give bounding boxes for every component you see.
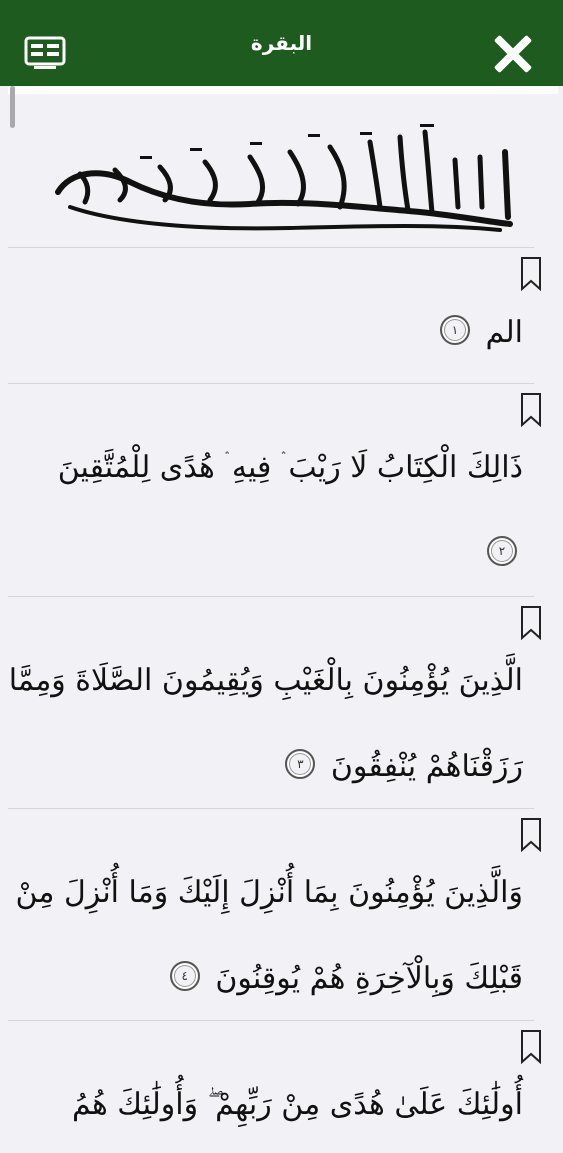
verse-line: ٢: [43, 511, 523, 597]
verse-5: أُولَٰئِكَ عَلَىٰ هُدًى مِنْ رَبِّهِمْ ۖ…: [43, 1062, 523, 1148]
divider: [8, 247, 534, 248]
verse-1: الم ١: [43, 290, 523, 376]
verse-line: الَّذِينَ يُؤْمِنُونَ بِالْغَيْبِ وَيُقِ…: [8, 663, 523, 698]
verse-2: ذَالِكَ الْكِتَابُ لَا رَيْبَ ۛ فِيهِ ۛ …: [43, 425, 523, 597]
bookmark-icon[interactable]: [520, 1030, 542, 1064]
verse-line: وَالَّذِينَ يُؤْمِنُونَ بِمَا أُنْزِلَ إ…: [15, 875, 523, 910]
surah-title: البقرة: [250, 31, 313, 55]
divider: [8, 1020, 534, 1021]
header-underline: [8, 86, 558, 94]
verse-4: وَالَّذِينَ يُؤْمِنُونَ بِمَا أُنْزِلَ إ…: [15, 850, 523, 1022]
ayah-number-marker: ٢: [487, 536, 517, 566]
bookmark-icon[interactable]: [520, 257, 542, 291]
verse-line: الم ١: [43, 290, 523, 376]
basmala-calligraphy: [55, 124, 513, 232]
ayah-number-marker: ٤: [169, 961, 200, 991]
verse-line: ذَالِكَ الْكِتَابُ لَا رَيْبَ ۛ فِيهِ ۛ …: [57, 450, 523, 485]
top-bar: البقرة: [0, 0, 563, 86]
ayah-number-marker: ١: [440, 315, 470, 345]
divider: [8, 596, 534, 597]
verse-3: الَّذِينَ يُؤْمِنُونَ بِالْغَيْبِ وَيُقِ…: [8, 638, 523, 810]
scroll-indicator[interactable]: [10, 86, 15, 128]
divider: [8, 383, 534, 384]
close-icon[interactable]: [493, 34, 533, 74]
bookmark-icon[interactable]: [520, 393, 542, 427]
bookmark-icon[interactable]: [520, 606, 542, 640]
divider: [8, 808, 534, 809]
verse-line: أُولَٰئِكَ عَلَىٰ هُدًى مِنْ رَبِّهِمْ ۖ…: [71, 1087, 523, 1122]
bookmark-icon[interactable]: [520, 818, 542, 852]
verse-line: رَزَقْنَاهُمْ يُنْفِقُونَ ٣: [43, 724, 523, 810]
ayah-number-marker: ٣: [285, 749, 316, 779]
verse-line: قَبْلِكَ وَبِالْآخِرَةِ هُمْ يُوقِنُونَ …: [43, 936, 523, 1022]
